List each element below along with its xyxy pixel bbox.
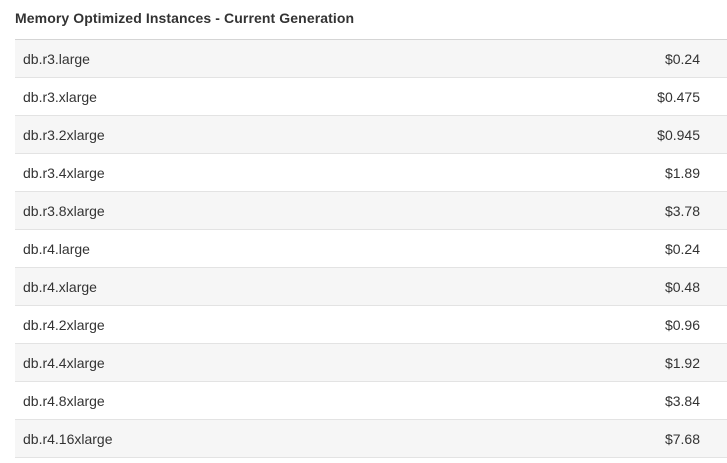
table-row: db.r3.large $0.24	[15, 40, 727, 78]
instance-type-cell: db.r4.large	[23, 241, 90, 257]
price-cell: $7.68	[664, 431, 700, 447]
instance-type-cell: db.r4.xlarge	[23, 279, 97, 295]
price-cell: $1.89	[664, 165, 700, 181]
table-row: db.r3.2xlarge $0.945	[15, 116, 727, 154]
table-row: db.r3.8xlarge $3.78	[15, 192, 727, 230]
table-row: db.r4.8xlarge $3.84	[15, 382, 727, 420]
price-cell: $0.96	[664, 317, 700, 333]
instance-type-cell: db.r4.2xlarge	[23, 317, 105, 333]
table-row: db.r4.16xlarge $7.68	[15, 420, 727, 458]
price-cell: $3.78	[664, 203, 700, 219]
price-cell: $0.475	[657, 89, 700, 105]
table-row: db.r3.4xlarge $1.89	[15, 154, 727, 192]
price-cell: $1.92	[664, 355, 700, 371]
price-cell: $3.84	[664, 393, 700, 409]
price-cell: $0.945	[657, 127, 700, 143]
section-title: Memory Optimized Instances - Current Gen…	[15, 10, 355, 26]
price-cell: $0.24	[664, 241, 700, 257]
price-cell: $0.48	[664, 279, 700, 295]
instance-type-cell: db.r4.8xlarge	[23, 393, 105, 409]
instance-type-cell: db.r3.4xlarge	[23, 165, 105, 181]
table-row: db.r4.large $0.24	[15, 230, 727, 268]
price-cell: $0.24	[664, 51, 700, 67]
instance-type-cell: db.r3.2xlarge	[23, 127, 105, 143]
table-row: db.r4.4xlarge $1.92	[15, 344, 727, 382]
table-row: db.r4.xlarge $0.48	[15, 268, 727, 306]
instance-type-cell: db.r3.8xlarge	[23, 203, 105, 219]
instance-type-cell: db.r4.16xlarge	[23, 431, 113, 447]
instance-type-cell: db.r3.large	[23, 51, 90, 67]
instance-type-cell: db.r4.4xlarge	[23, 355, 105, 371]
pricing-table: db.r3.large $0.24 db.r3.xlarge $0.475 db…	[15, 39, 727, 458]
table-row: db.r3.xlarge $0.475	[15, 78, 727, 116]
instance-type-cell: db.r3.xlarge	[23, 89, 97, 105]
table-row: db.r4.2xlarge $0.96	[15, 306, 727, 344]
